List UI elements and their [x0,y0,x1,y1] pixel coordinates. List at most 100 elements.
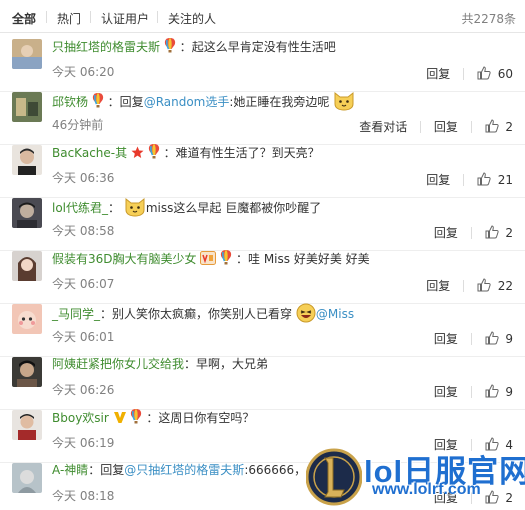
cat-face-icon [124,197,146,221]
comment-separator: ： [100,307,113,321]
comment-username[interactable]: 只抽红塔的格雷夫斯 [52,40,160,54]
hot-air-balloon-icon [148,144,160,163]
thumbs-up-icon [477,278,491,292]
reply-button[interactable]: 回复 [434,330,458,347]
comment-item: 邱钦杨 ：回复@Random选手:她正睡在我旁边呢 46分钟前 查看对话 回复 … [0,86,525,145]
tab-divider [46,11,47,23]
action-divider [463,173,465,186]
like-count: 9 [505,385,513,400]
avatar[interactable] [12,251,42,281]
like-button[interactable]: 2 [485,225,513,241]
reply-button[interactable]: 回复 [434,224,458,241]
comment-username[interactable]: lol代练君_ [52,201,108,215]
vip-badge-icon [200,251,217,269]
league-logo-icon [306,448,362,506]
comment-username[interactable]: A-神睛 [52,463,88,477]
thumbs-up-icon [485,384,499,398]
mention-link[interactable]: @Random选手 [144,95,230,109]
comment-time: 今天 06:19 [52,436,115,450]
comment-item: 假装有36D胸大有脑美少女 ：哇 Miss 好美好美 好美 今天 06:07 回… [0,245,525,304]
like-button[interactable]: 9 [485,331,513,347]
avatar[interactable] [12,145,42,175]
tab-all[interactable]: 全部 [12,10,36,27]
comment-item: _马同学_：别人笑你太疯癫，你笑别人已看穿 @Miss 今天 06:01 回复 … [0,298,525,357]
thumbs-up-icon [485,225,499,239]
laughing-face-icon [296,303,316,327]
comment-username[interactable]: 假装有36D胸大有脑美少女 [52,252,197,266]
avatar[interactable] [12,39,42,69]
comment-text: miss这么早起 巨魔都被你吵醒了 [145,201,322,215]
tab-divider [157,11,158,23]
total-count: 共2278条 [461,12,516,26]
reply-button[interactable]: 回复 [426,277,450,294]
like-count: 22 [497,279,513,294]
thumbs-up-icon [485,331,499,345]
site-watermark: lol日服官网 www.lolrf.com [306,444,525,510]
tab-verified-users[interactable]: 认证用户 [101,10,149,27]
hot-air-balloon-icon [130,409,142,428]
like-button[interactable]: 22 [477,278,513,294]
comment-separator: ： [108,201,121,215]
like-count: 2 [505,226,513,241]
view-conversation-link[interactable]: 查看对话 [359,118,407,135]
action-divider [470,332,472,345]
comment-username[interactable]: 邱钦杨 [52,95,88,109]
comment-username[interactable]: 阿姨赶紧把你女儿交给我 [52,357,184,371]
thumbs-up-icon [477,66,491,80]
comment-time: 今天 06:20 [52,65,115,79]
hot-air-balloon-icon [92,93,104,112]
avatar[interactable] [12,304,42,334]
thumbs-up-icon [485,119,499,133]
like-button[interactable]: 21 [477,172,513,187]
comment-time: 今天 08:58 [52,224,115,238]
reply-button[interactable]: 回复 [434,118,458,135]
comment-item: 阿姨赶紧把你女儿交给我：早啊，大兄弟 今天 06:26 回复 9 [0,351,525,410]
comment-separator: ： [146,411,159,425]
reply-button[interactable]: 回复 [426,65,450,82]
hot-air-balloon-icon [164,38,176,57]
avatar[interactable] [12,463,42,493]
action-divider [463,279,465,292]
comment-username[interactable]: Bboy欢sir [52,411,109,425]
cat-face-icon [333,91,355,115]
like-count: 9 [505,332,513,347]
mention-link[interactable]: @Miss [316,307,354,321]
action-divider [470,385,472,398]
like-button[interactable]: 60 [477,66,513,82]
comment-item: 只抽红塔的格雷夫斯 ：起这么早肯定没有性生活吧 今天 06:20 回复 60 [0,33,525,92]
avatar[interactable] [12,92,42,122]
comment-separator: ： [179,40,192,54]
comment-separator: ： [163,146,176,160]
v-badge-icon [113,411,127,428]
avatar[interactable] [12,410,42,440]
comment-time: 今天 06:36 [52,171,115,185]
tab-following[interactable]: 关注的人 [168,10,216,27]
like-button[interactable]: 9 [485,384,513,400]
comment-reply-prefix: ：回复 [107,95,144,109]
mention-link[interactable]: @只抽红塔的格雷夫斯 [124,463,244,477]
comment-username[interactable]: _马同学_ [52,307,100,321]
comment-item: lol代练君_： miss这么早起 巨魔都被你吵醒了 今天 08:58 回复 2 [0,192,525,251]
reply-button[interactable]: 回复 [426,171,450,188]
avatar[interactable] [12,198,42,228]
avatar[interactable] [12,357,42,387]
comment-time: 46分钟前 [52,118,104,132]
tab-divider [90,11,91,23]
comment-time: 今天 06:26 [52,383,115,397]
like-button[interactable]: 2 [485,119,513,135]
reply-button[interactable]: 回复 [434,383,458,400]
comment-reply-prefix: ：回复 [88,463,125,477]
comment-filter-tabs: 全部 热门 认证用户 关注的人 共2278条 [0,0,525,33]
like-count: 60 [497,67,513,82]
action-divider [420,120,422,133]
like-count: 2 [505,120,513,135]
comment-text: 早啊，大兄弟 [196,357,269,371]
comment-separator: ： [236,252,249,266]
comment-text: 难道有性生活了？到天亮？ [175,146,320,160]
action-divider [470,120,472,133]
watermark-url: www.lolrf.com [372,481,481,498]
tab-hot[interactable]: 热门 [57,10,81,27]
comment-username[interactable]: BacKache-其 [52,146,127,160]
comment-text: 起这么早肯定没有性生活吧 [191,40,336,54]
comment-text: 别人笑你太疯癫，你笑别人已看穿 [112,307,293,321]
